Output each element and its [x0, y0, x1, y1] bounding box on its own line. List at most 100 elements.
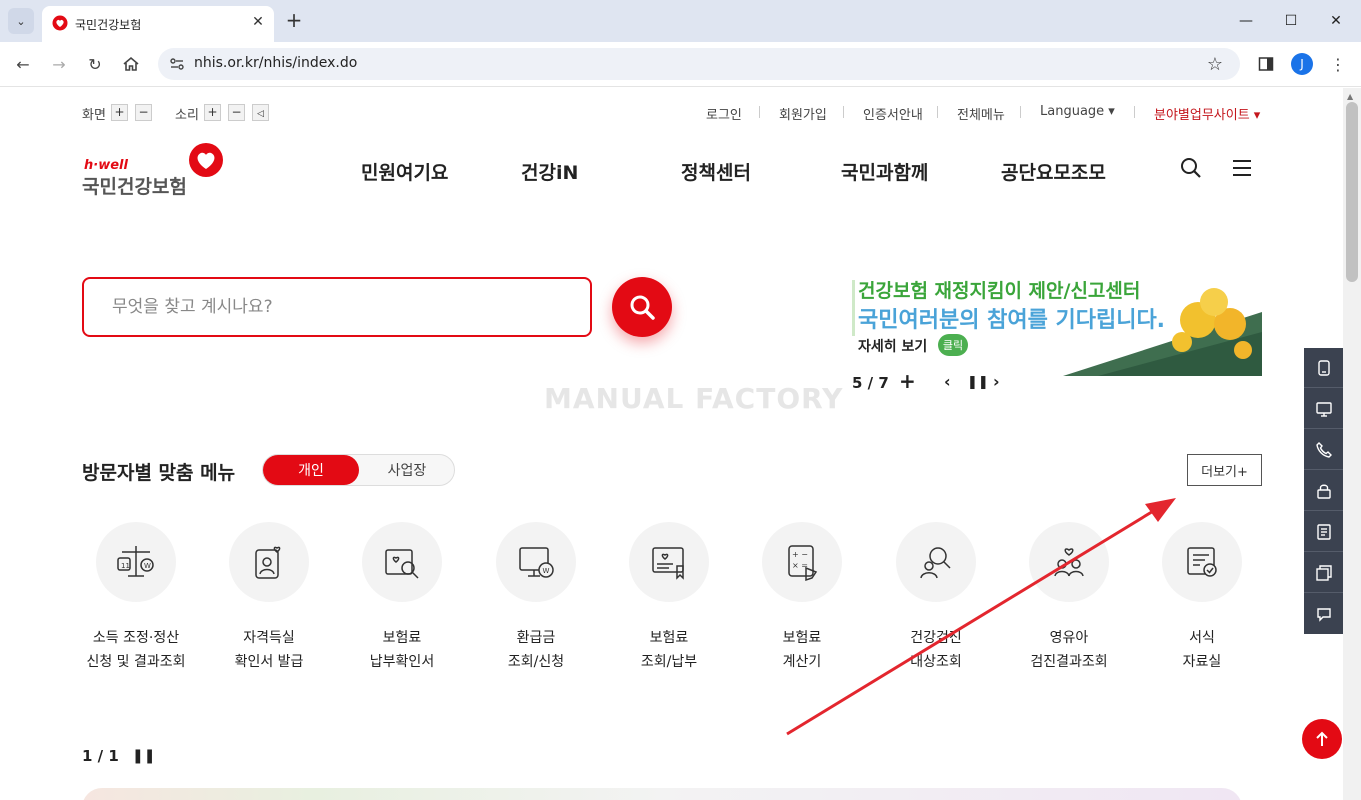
search-icon — [630, 295, 655, 320]
banner-detail-link[interactable]: 자세히 보기 — [858, 336, 927, 356]
back-arrow-icon[interactable]: ← — [11, 52, 35, 76]
quick-menu — [1304, 348, 1343, 634]
menu-item-qualification[interactable]: 자격득실 확인서 발급 — [199, 522, 339, 682]
speaker-icon: ◁ — [257, 109, 264, 119]
menu-icon-circle: W — [496, 522, 576, 602]
document-search-icon — [385, 549, 419, 579]
menu-label: 보험료 조회/납부 — [640, 630, 698, 670]
menu-label: 자격득실 확인서 발급 — [234, 630, 304, 670]
gnb-policy-center[interactable]: 정책센터 — [681, 158, 751, 185]
menu-label: 보험료 계산기 — [782, 630, 822, 670]
quick-item-notice[interactable] — [1304, 512, 1343, 552]
sound-label: 소리 — [175, 108, 199, 123]
volume-down-button[interactable]: − — [228, 104, 245, 121]
nhis-logo[interactable]: h·well 국민건강보험 — [82, 142, 232, 198]
scroll-up-icon[interactable]: ▲ — [1347, 92, 1353, 101]
monitor-coin-icon: W — [519, 547, 554, 578]
quick-item-app[interactable] — [1304, 348, 1343, 388]
banner-pause-icon[interactable]: ❚❚ — [967, 375, 989, 390]
menu-item-income-adjust[interactable]: 11 W 소득 조정·정산 신청 및 결과조회 — [66, 522, 206, 682]
speaker-button[interactable]: ◁ — [252, 104, 269, 121]
bookmark-star-icon[interactable]: ☆ — [1204, 53, 1226, 75]
screen-zoom-in-button[interactable]: + — [111, 104, 128, 121]
new-tab-button[interactable]: + — [283, 10, 305, 32]
language-select[interactable]: Language ▾ — [1040, 104, 1115, 119]
menu-label: 서식 자료실 — [1182, 630, 1222, 670]
site-info-icon[interactable] — [168, 55, 186, 73]
banner-prev-icon[interactable]: ‹ — [944, 372, 951, 391]
promo-banner[interactable]: 건강보험 재정지킴이 제안/신고센터 국민여러분의 참여를 기다립니다. 자세히… — [848, 272, 1262, 376]
menu-label: 건강검진 대상조회 — [910, 630, 962, 670]
menu-icon-circle — [1162, 522, 1242, 602]
more-button[interactable]: 더보기+ — [1187, 454, 1262, 486]
menu-icon-circle: + − × = — [762, 522, 842, 602]
family-icon — [1054, 548, 1084, 577]
scroll-top-button[interactable] — [1302, 719, 1342, 759]
maximize-button[interactable]: ☐ — [1268, 8, 1314, 34]
home-icon[interactable] — [119, 52, 143, 76]
menu-item-refund[interactable]: W 환급금 조회/신청 — [466, 522, 606, 682]
menu-icon-circle — [896, 522, 976, 602]
svg-text:+ −: + − — [792, 550, 808, 559]
menu-icon-circle — [362, 522, 442, 602]
side-panel-icon[interactable] — [1254, 52, 1278, 76]
search-button[interactable] — [612, 277, 672, 337]
forward-arrow-icon[interactable]: → — [47, 52, 71, 76]
menu-pause-icon[interactable]: ❚❚ — [132, 748, 155, 764]
reload-icon[interactable]: ↻ — [83, 52, 107, 76]
gnb-with-people[interactable]: 국민과함께 — [841, 158, 928, 185]
gnb-civil-service[interactable]: 민원여기요 — [361, 158, 448, 185]
quick-item-call[interactable] — [1304, 430, 1343, 470]
quick-item-security[interactable] — [1304, 471, 1343, 511]
menu-item-forms[interactable]: 서식 자료실 — [1132, 522, 1272, 682]
logo-name-text: 국민건강보험 — [82, 176, 187, 198]
menu-icon-circle — [229, 522, 309, 602]
search-input[interactable] — [112, 293, 572, 321]
gnb-about[interactable]: 공단요모조모 — [1001, 158, 1106, 185]
sitemap-link[interactable]: 전체메뉴 — [957, 104, 1005, 123]
browser-tab-active[interactable]: 국민건강보험 ✕ — [42, 6, 274, 42]
hamburger-menu-icon[interactable] — [1231, 158, 1253, 178]
svg-text:W: W — [144, 562, 151, 570]
screen-zoom-out-button[interactable]: − — [135, 104, 152, 121]
banner-click-badge[interactable]: 클릭 — [938, 334, 968, 356]
window-close-button[interactable]: ✕ — [1313, 8, 1359, 34]
menu-item-premium-pay[interactable]: 보험료 조회/납부 — [599, 522, 739, 682]
quick-item-remote[interactable] — [1304, 389, 1343, 429]
login-link[interactable]: 로그인 — [706, 104, 742, 123]
nhis-favicon-icon — [52, 15, 68, 31]
url-text[interactable]: nhis.or.kr/nhis/index.do — [194, 55, 357, 71]
tab-business[interactable]: 사업장 — [359, 455, 455, 485]
volume-up-button[interactable]: + — [204, 104, 221, 121]
menu-item-payment-confirm[interactable]: 보험료 납부확인서 — [332, 522, 472, 682]
tab-search-button[interactable]: ⌄ — [8, 8, 34, 34]
scrollbar-thumb[interactable] — [1346, 102, 1358, 282]
related-sites-select[interactable]: 분야별업무사이트 ▾ — [1154, 104, 1260, 123]
annotation-arrow — [786, 498, 1176, 736]
page-scrollbar[interactable]: ▲ — [1343, 88, 1361, 800]
document-icon — [1316, 523, 1331, 540]
tab-close-icon[interactable]: ✕ — [248, 12, 268, 32]
menu-item-checkup-target[interactable]: 건강검진 대상조회 — [866, 522, 1006, 682]
quick-item-windows[interactable] — [1304, 553, 1343, 593]
banner-next-icon[interactable]: › — [993, 372, 1000, 391]
mobile-icon — [1317, 359, 1330, 376]
address-bar[interactable]: nhis.or.kr/nhis/index.do ☆ — [158, 48, 1240, 80]
banner-add-button[interactable]: + — [899, 369, 916, 393]
certificate-guide-link[interactable]: 인증서안내 — [863, 104, 923, 123]
minimize-button[interactable]: — — [1223, 8, 1269, 34]
gnb-health-in[interactable]: 건강iN — [521, 158, 578, 185]
menu-item-infant-checkup[interactable]: 영유아 검진결과조회 — [999, 522, 1139, 682]
profile-avatar[interactable]: J — [1291, 53, 1313, 75]
quick-item-chat[interactable] — [1304, 594, 1343, 634]
phone-icon — [1315, 441, 1332, 458]
menu-item-calculator[interactable]: + − × = 보험료 계산기 — [732, 522, 872, 682]
tab-personal[interactable]: 개인 — [263, 455, 359, 485]
search-icon[interactable] — [1179, 156, 1203, 180]
menu-label: 환급금 조회/신청 — [507, 630, 565, 670]
signup-link[interactable]: 회원가입 — [779, 104, 827, 123]
divider — [937, 106, 938, 118]
menu-icon-circle: 11 W — [96, 522, 176, 602]
divider — [1020, 106, 1021, 118]
menu-kebab-icon[interactable]: ⋮ — [1326, 52, 1350, 76]
